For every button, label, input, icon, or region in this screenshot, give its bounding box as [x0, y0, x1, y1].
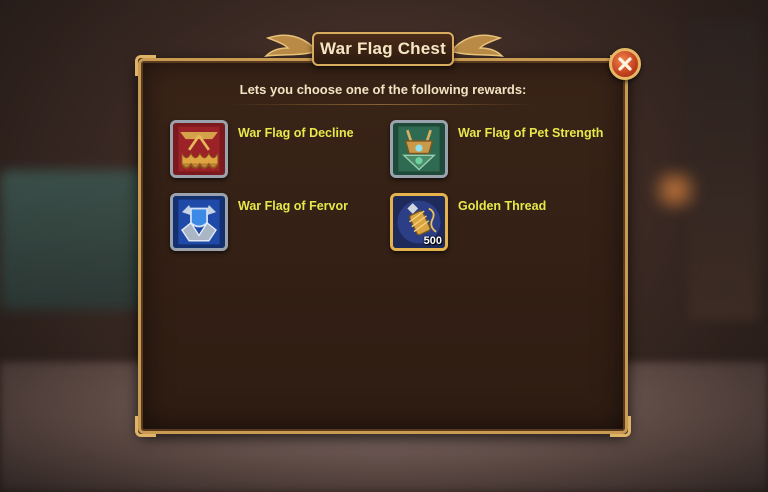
reward-label: War Flag of Fervor [238, 199, 348, 213]
reward-label: War Flag of Decline [238, 126, 354, 140]
war-flag-fervor-icon [170, 193, 228, 251]
war-flag-pet-strength-icon [390, 120, 448, 178]
title-wing-left-icon [264, 34, 314, 58]
close-x-icon [618, 57, 632, 71]
golden-thread-icon: 500 [390, 193, 448, 251]
reward-item-war-flag-pet-strength[interactable]: War Flag of Pet Strength [390, 120, 603, 178]
frame-corner [610, 416, 631, 437]
dialog-title: War Flag Chest [320, 39, 446, 58]
frame-corner [135, 55, 156, 76]
title-wing-right-icon [454, 34, 504, 58]
reward-quantity: 500 [423, 235, 442, 247]
background-house [0, 170, 150, 310]
war-flag-decline-icon [170, 120, 228, 178]
reward-item-war-flag-decline[interactable]: War Flag of Decline [170, 120, 354, 178]
subtitle-divider [230, 104, 536, 105]
dialog-subtitle: Lets you choose one of the following rew… [239, 82, 527, 97]
frame-corner [135, 416, 156, 437]
dialog-title-banner: War Flag Chest [312, 32, 454, 66]
background-lamp-glow [645, 170, 705, 210]
reward-label: War Flag of Pet Strength [458, 126, 604, 140]
reward-label: Golden Thread [458, 199, 547, 213]
reward-item-war-flag-fervor[interactable]: War Flag of Fervor [170, 193, 348, 251]
close-button[interactable] [609, 48, 641, 80]
reward-item-golden-thread[interactable]: 500 Golden Thread [390, 193, 546, 251]
